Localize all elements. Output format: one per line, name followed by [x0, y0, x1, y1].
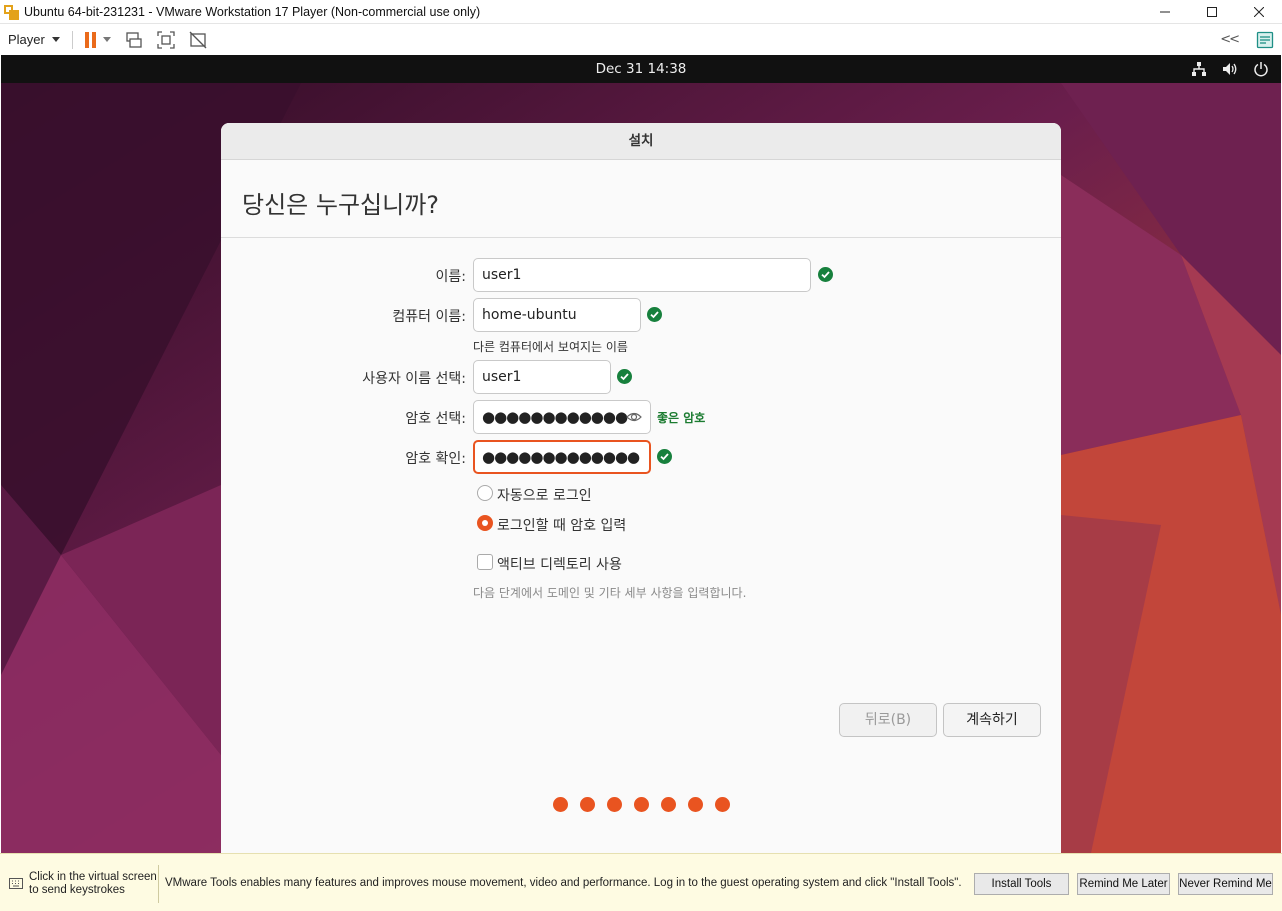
progress-dot — [553, 797, 568, 812]
password-field[interactable]: ●●●●●●●●●●●● — [473, 400, 651, 434]
username-field[interactable]: user1 — [473, 360, 611, 394]
window-controls — [1141, 0, 1282, 24]
chevron-down-icon — [51, 37, 60, 42]
continue-button[interactable]: 계속하기 — [943, 703, 1041, 737]
progress-dot — [661, 797, 676, 812]
auto-login-radio[interactable] — [477, 485, 493, 501]
progress-dot — [607, 797, 622, 812]
notes-icon[interactable] — [1256, 31, 1274, 49]
never-remind-me-button[interactable]: Never Remind Me — [1178, 873, 1273, 895]
close-icon — [1253, 7, 1264, 17]
install-tools-button[interactable]: Install Tools — [974, 873, 1069, 895]
progress-dot — [688, 797, 703, 812]
confirm-password-valid-check-icon — [657, 449, 672, 464]
confirm-password-label: 암호 확인: — [405, 451, 466, 467]
active-directory-checkbox[interactable] — [477, 554, 493, 570]
computer-name-field[interactable]: home-ubuntu — [473, 298, 641, 332]
title-divider — [221, 237, 1061, 238]
close-button[interactable] — [1235, 0, 1282, 24]
guest-clock[interactable]: Dec 31 14:38 — [1, 55, 1281, 83]
confirm-password-value: ●●●●●●●●●●●●● — [482, 448, 640, 466]
require-password-radio[interactable] — [477, 515, 493, 531]
send-ctrl-alt-del-button[interactable] — [125, 31, 143, 49]
maximize-button[interactable] — [1188, 0, 1235, 24]
back-button[interactable]: 뒤로(B) — [839, 703, 937, 737]
fullscreen-icon — [157, 30, 175, 49]
installer-dialog: 설치 당신은 누구십니까? 이름: user1 컴퓨터 이름: home-ubu… — [221, 123, 1061, 853]
name-valid-check-icon — [818, 267, 833, 282]
computer-name-label: 컴퓨터 이름: — [392, 309, 466, 325]
unity-mode-button[interactable] — [189, 31, 207, 49]
send-keys-icon — [126, 31, 142, 48]
bottom-bar-divider — [158, 865, 159, 903]
computer-name-hint: 다른 컴퓨터에서 보여지는 이름 — [473, 340, 628, 354]
progress-dot — [634, 797, 649, 812]
vmware-logo-icon — [4, 4, 20, 20]
full-screen-button[interactable] — [157, 30, 175, 49]
virtual-machine-screen[interactable]: Dec 31 14:38 설치 당신은 누구십니까? 이름: user1 컴퓨터… — [1, 55, 1281, 853]
show-password-icon[interactable] — [626, 410, 642, 424]
active-directory-hint: 다음 단계에서 도메인 및 기타 세부 사항을 입력합니다. — [473, 586, 747, 600]
guest-system-tray[interactable] — [1191, 55, 1269, 83]
active-directory-label[interactable]: 액티브 디렉토리 사용 — [497, 554, 622, 574]
username-valid-check-icon — [617, 369, 632, 384]
maximize-icon — [1206, 7, 1217, 17]
username-label: 사용자 이름 선택: — [362, 371, 466, 387]
keystroke-hint: Click in the virtual screen to send keys… — [29, 871, 157, 897]
password-strength: 좋은 암호 — [657, 411, 706, 425]
player-toolbar: Player << — [0, 24, 1282, 55]
password-label: 암호 선택: — [405, 411, 466, 427]
password-value: ●●●●●●●●●●●● — [482, 408, 628, 426]
power-options-dropdown-icon[interactable] — [102, 37, 111, 42]
guest-top-bar: Dec 31 14:38 — [1, 55, 1281, 83]
keystroke-hint-line1: Click in the virtual screen — [29, 871, 157, 883]
collapse-toolbar-button[interactable]: << — [1220, 32, 1240, 47]
auto-login-label[interactable]: 자동으로 로그인 — [497, 485, 592, 505]
progress-dot — [580, 797, 595, 812]
keystroke-hint-line2: to send keystrokes — [29, 884, 125, 896]
computer-name-valid-check-icon — [647, 307, 662, 322]
confirm-password-field[interactable]: ●●●●●●●●●●●●● — [473, 440, 651, 474]
toolbar-right: << — [1220, 24, 1274, 55]
vmware-tools-bar: Click in the virtual screen to send keys… — [0, 853, 1282, 911]
player-menu-label: Player — [8, 32, 45, 47]
remind-me-later-button[interactable]: Remind Me Later — [1077, 873, 1170, 895]
install-progress-dots — [553, 797, 730, 812]
vmware-tools-message: VMware Tools enables many features and i… — [165, 877, 962, 889]
name-field[interactable]: user1 — [473, 258, 811, 292]
volume-icon — [1223, 63, 1237, 75]
window-title-bar: Ubuntu 64-bit-231231 - VMware Workstatio… — [0, 0, 1282, 24]
unity-icon — [189, 31, 207, 48]
keyboard-icon — [9, 878, 23, 889]
require-password-label[interactable]: 로그인할 때 암호 입력 — [497, 515, 626, 535]
page-title: 당신은 누구십니까? — [242, 191, 440, 219]
pause-button[interactable] — [84, 31, 96, 48]
dialog-header: 설치 — [221, 123, 1061, 160]
window-title: Ubuntu 64-bit-231231 - VMware Workstatio… — [24, 4, 481, 19]
name-label: 이름: — [435, 269, 466, 285]
toolbar-divider — [71, 30, 73, 49]
player-menu-button[interactable]: Player — [8, 32, 60, 47]
minimize-button[interactable] — [1141, 0, 1188, 24]
minimize-icon — [1159, 11, 1170, 13]
power-icon — [1254, 62, 1268, 77]
network-icon — [1192, 62, 1206, 76]
progress-dot — [715, 797, 730, 812]
